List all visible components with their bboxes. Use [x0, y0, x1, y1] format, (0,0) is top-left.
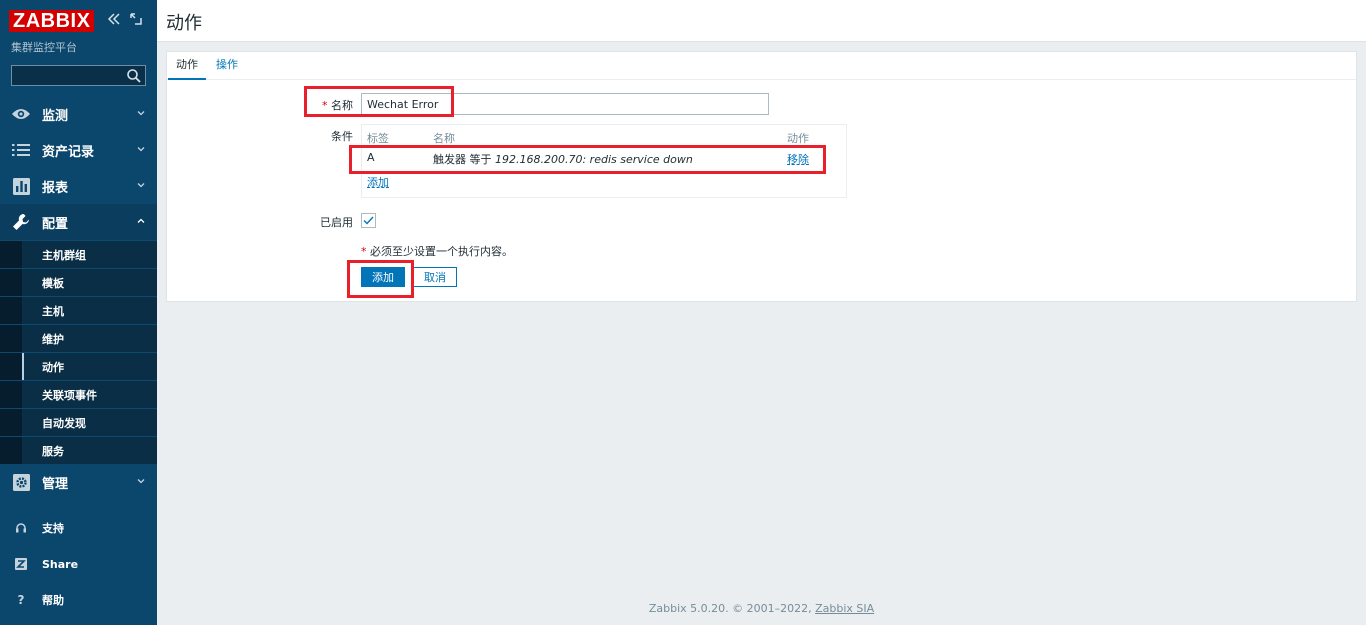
- conditions-table: 标签 名称 动作 A 触发器 等于 192.168.200.70: redis …: [361, 124, 847, 198]
- hint-text: 必须至少设置一个执行内容。: [370, 245, 513, 258]
- cancel-button[interactable]: 取消: [413, 267, 457, 287]
- wrench-icon: [11, 212, 31, 232]
- menu-reports-label: 报表: [42, 180, 69, 196]
- submenu-templates[interactable]: 模板: [0, 268, 157, 296]
- server-name: 集群监控平台: [11, 41, 77, 54]
- footer: Zabbix 5.0.20. © 2001–2022, Zabbix SIA: [157, 602, 1366, 615]
- name-input[interactable]: [361, 93, 769, 115]
- tab-operations[interactable]: 操作: [208, 52, 246, 80]
- collapse-sidebar-icon[interactable]: [106, 12, 122, 28]
- chevron-down-icon: [137, 183, 145, 188]
- kiosk-mode-icon[interactable]: [128, 12, 144, 28]
- tab-bar: 动作 操作: [167, 52, 1356, 80]
- conditions-label: 条件: [331, 130, 353, 143]
- menu-monitoring-label: 监测: [42, 108, 69, 124]
- conditions-header-name: 名称: [433, 132, 455, 145]
- share-icon: [11, 554, 31, 574]
- enabled-checkbox[interactable]: [361, 213, 376, 228]
- submenu-actions[interactable]: 动作: [0, 352, 157, 381]
- menu-inventory-label: 资产记录: [42, 144, 95, 160]
- menu-administration[interactable]: 管理: [0, 464, 157, 500]
- condition-tag: A: [367, 151, 375, 164]
- menu-configuration-label: 配置: [42, 216, 69, 232]
- menu-help-label: 帮助: [42, 594, 64, 607]
- menu-share[interactable]: Share: [0, 546, 157, 582]
- footer-text: Zabbix 5.0.20. © 2001–2022,: [648, 602, 816, 615]
- menu-help[interactable]: ? 帮助: [0, 582, 157, 618]
- chevron-down-icon: [137, 111, 145, 116]
- tab-action[interactable]: 动作: [168, 52, 206, 80]
- submenu-discovery[interactable]: 自动发现: [0, 408, 157, 436]
- menu-share-label: Share: [42, 557, 79, 571]
- menu-support-label: 支持: [42, 522, 64, 535]
- configuration-submenu: 主机群组 模板 主机 维护 动作 关联项事件 自动发现 服务: [0, 240, 157, 464]
- operation-hint: * 必须至少设置一个执行内容。: [361, 243, 513, 259]
- conditions-header-action: 动作: [787, 132, 809, 145]
- headset-icon: [11, 518, 31, 538]
- sidebar-search-input[interactable]: [12, 66, 122, 85]
- submenu-event-correlation[interactable]: 关联项事件: [0, 380, 157, 408]
- zabbix-logo[interactable]: ZABBIX: [9, 10, 95, 32]
- menu-reports[interactable]: 报表: [0, 168, 157, 204]
- enabled-label: 已启用: [320, 216, 353, 229]
- list-icon: [11, 140, 31, 160]
- condition-name: 触发器 等于 192.168.200.70: redis service dow…: [433, 151, 693, 167]
- menu-support[interactable]: 支持: [0, 510, 157, 546]
- page-title: 动作: [166, 13, 202, 34]
- chevron-down-icon: [137, 147, 145, 152]
- condition-name-value: 192.168.200.70: redis service down: [495, 153, 693, 166]
- condition-name-prefix: 触发器 等于: [433, 153, 495, 166]
- chevron-down-icon: [137, 479, 145, 484]
- condition-add-link[interactable]: 添加: [367, 174, 389, 190]
- submenu-hosts[interactable]: 主机: [0, 296, 157, 324]
- menu-administration-label: 管理: [42, 476, 69, 492]
- required-mark: *: [322, 99, 328, 112]
- footer-link[interactable]: Zabbix SIA: [815, 602, 874, 615]
- secondary-menu: 支持 Share ? 帮助: [0, 510, 157, 618]
- condition-remove-link[interactable]: 移除: [787, 151, 809, 167]
- chevron-up-icon: [137, 218, 145, 223]
- bar-chart-icon: [11, 176, 31, 196]
- conditions-header-tag: 标签: [367, 132, 389, 145]
- search-icon[interactable]: [126, 68, 142, 84]
- header: [157, 0, 1366, 42]
- submenu-maintenance[interactable]: 维护: [0, 324, 157, 352]
- help-icon: ?: [17, 593, 25, 607]
- sidebar-search: [11, 65, 146, 86]
- menu-configuration[interactable]: 配置: [0, 204, 157, 240]
- add-button[interactable]: 添加: [361, 267, 405, 287]
- eye-icon: [11, 104, 31, 124]
- gear-icon: [11, 472, 31, 492]
- menu-inventory[interactable]: 资产记录: [0, 132, 157, 168]
- name-label: * 名称: [287, 97, 353, 113]
- menu-monitoring[interactable]: 监测: [0, 96, 157, 132]
- checkmark-icon: [363, 216, 374, 225]
- name-label-text: 名称: [331, 99, 353, 112]
- submenu-host-groups[interactable]: 主机群组: [0, 240, 157, 268]
- action-form-panel: 动作 操作 * 名称 条件 标签 名称 动作 A 触发器 等于 192.168.…: [166, 51, 1357, 302]
- sidebar: ZABBIX 集群监控平台 监测 资产记录 报表 配置 主机群组 模板 主机 维…: [0, 0, 157, 625]
- main-menu: 监测 资产记录 报表 配置 主机群组 模板 主机 维护 动作 关联项事件 自动发…: [0, 96, 157, 500]
- hint-required-mark: *: [361, 245, 367, 258]
- submenu-services[interactable]: 服务: [0, 436, 157, 464]
